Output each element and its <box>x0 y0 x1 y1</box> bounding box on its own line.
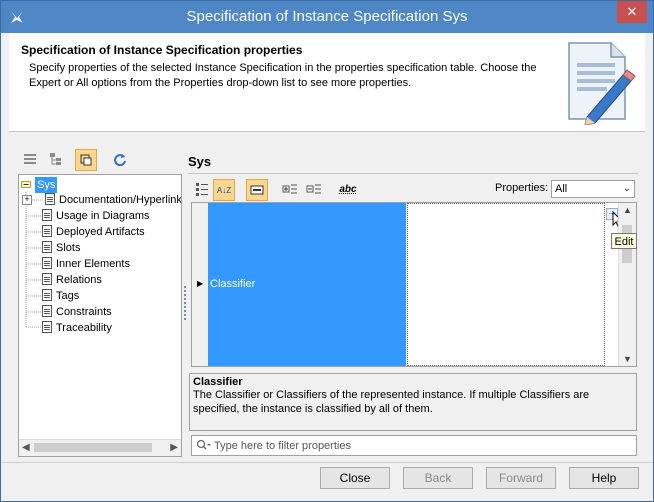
page-icon <box>42 273 52 285</box>
tree-item-inner-elements[interactable]: Inner Elements <box>42 256 130 272</box>
page-icon <box>42 209 52 221</box>
close-button[interactable]: Close <box>320 467 390 489</box>
page-icon <box>42 289 52 301</box>
window-close-button[interactable]: ✕ <box>617 1 647 23</box>
properties-dropdown-value: All <box>555 183 568 195</box>
tree-item-relations[interactable]: Relations <box>42 272 102 288</box>
divider <box>188 173 638 174</box>
back-button[interactable]: Back <box>403 467 473 489</box>
edit-tooltip: Edit <box>611 233 637 249</box>
refresh-icon <box>114 154 126 167</box>
scroll-left-icon[interactable]: ◀ <box>22 440 30 456</box>
row-header[interactable]: ▶ <box>192 203 209 366</box>
filter-box <box>191 435 637 456</box>
property-name-cell[interactable]: Classifier <box>208 203 406 366</box>
tree-item-constraints[interactable]: Constraints <box>42 304 112 320</box>
property-name: Classifier <box>210 278 256 290</box>
tree-horizontal-scrollbar[interactable]: ◀ ▶ <box>19 439 181 456</box>
page-icon <box>45 193 55 205</box>
spell-check-icon: abc <box>339 184 357 195</box>
help-button[interactable]: Help <box>569 467 639 489</box>
tree-item-documentation[interactable]: + Documentation/Hyperlinks <box>21 192 181 208</box>
window-title: Specification of Instance Specification … <box>186 8 468 25</box>
expand-all-icon <box>282 184 297 194</box>
categorize-button[interactable] <box>191 179 213 201</box>
list-view-icon <box>24 154 36 164</box>
properties-dropdown[interactable]: All ⌄ <box>551 180 635 198</box>
title-bar[interactable]: Specification of Instance Specification … <box>1 1 653 33</box>
tree-item-usage-in-diagrams[interactable]: Usage in Diagrams <box>42 208 150 224</box>
dialog-header: Specification of Instance Specification … <box>9 33 645 132</box>
page-icon <box>42 257 52 269</box>
scroll-down-icon[interactable]: ▼ <box>619 354 636 364</box>
description-title: Classifier <box>193 376 243 388</box>
scroll-thumb[interactable] <box>34 443 152 452</box>
show-toolbar-icon <box>250 185 264 195</box>
tree-item-deployed-artifacts[interactable]: Deployed Artifacts <box>42 224 145 240</box>
search-icon <box>196 439 211 450</box>
forward-button[interactable]: Forward <box>486 467 556 489</box>
spell-check-button[interactable]: abc <box>335 179 361 201</box>
panel-splitter[interactable] <box>184 286 188 320</box>
scroll-up-icon[interactable]: ▲ <box>619 205 636 215</box>
description-text: The Classifier or Classifiers of the rep… <box>193 389 590 415</box>
sort-alpha-icon: A↓Z <box>216 186 232 195</box>
scroll-right-icon[interactable]: ▶ <box>170 440 178 456</box>
specification-dialog: Specification of Instance Specification … <box>0 0 654 502</box>
properties-table: ▶ Classifier ... Edit ▲ ▼ <box>191 202 637 367</box>
header-description: Specify properties of the selected Insta… <box>29 62 537 89</box>
tree-item-tags[interactable]: Tags <box>42 288 79 304</box>
element-title: Sys <box>188 154 212 169</box>
list-view-button[interactable] <box>19 149 41 171</box>
property-value-cell[interactable] <box>407 203 605 366</box>
expand-all-button[interactable] <box>279 179 301 201</box>
tree-view-button[interactable] <box>45 149 67 171</box>
footer-divider <box>1 462 653 463</box>
refresh-button[interactable] <box>109 149 131 171</box>
show-toolbar-button[interactable] <box>246 179 268 201</box>
tree-toolbar <box>19 149 169 171</box>
toggle-icon <box>80 154 92 166</box>
chevron-down-icon: ⌄ <box>622 183 631 194</box>
page-icon <box>42 321 52 333</box>
tree-view-icon <box>50 153 61 165</box>
property-description: Classifier The Classifier or Classifiers… <box>189 373 637 431</box>
sort-alpha-button[interactable]: A↓Z <box>213 179 235 201</box>
categorize-icon <box>196 183 208 196</box>
properties-label: Properties: <box>495 182 549 194</box>
page-icon <box>42 225 52 237</box>
collapse-all-icon <box>306 184 321 194</box>
tree-item-traceability[interactable]: Traceability <box>42 320 112 336</box>
table-vertical-scrollbar[interactable]: ▲ ▼ <box>618 203 636 366</box>
toggle-button[interactable] <box>75 149 97 171</box>
current-row-icon: ▶ <box>197 279 204 288</box>
specification-tree[interactable]: Sys + Documentation/Hyperlinks Usage in D… <box>18 174 182 457</box>
document-pencil-icon <box>568 42 636 125</box>
tree-item-slots[interactable]: Slots <box>42 240 80 256</box>
collapse-all-button[interactable] <box>303 179 325 201</box>
expand-icon[interactable]: + <box>22 195 32 205</box>
filter-input[interactable] <box>214 438 614 453</box>
page-icon <box>42 305 52 317</box>
page-icon <box>42 241 52 253</box>
header-title: Specification of Instance Specification … <box>21 43 303 57</box>
